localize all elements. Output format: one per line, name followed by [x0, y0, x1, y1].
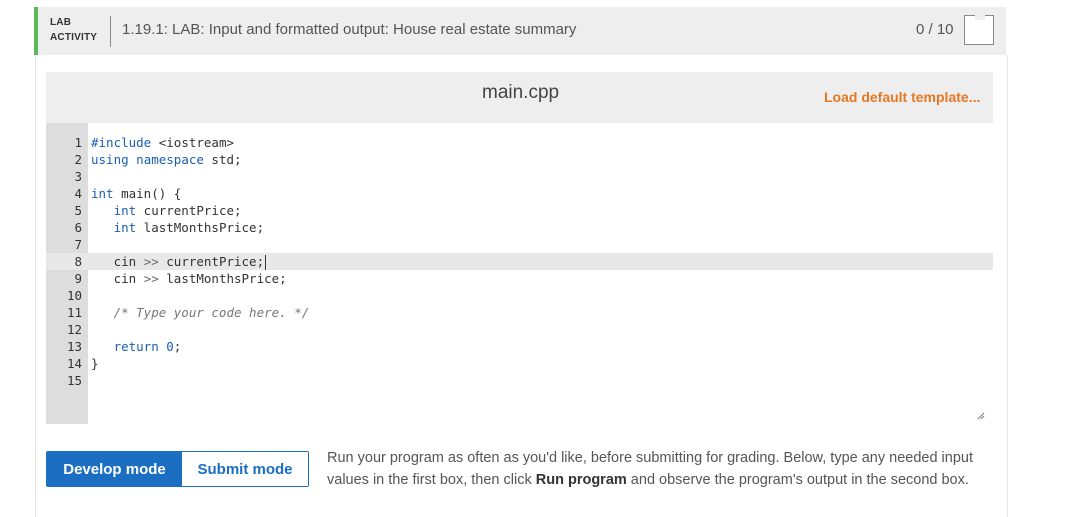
code-line[interactable]: 9 cin >> lastMonthsPrice;	[46, 270, 993, 287]
resize-handle-icon[interactable]	[977, 412, 985, 420]
lab-activity-tag: LAB ACTIVITY	[50, 15, 97, 45]
code-line-text: int main() {	[91, 186, 182, 201]
header-divider	[110, 16, 111, 47]
line-number: 4	[74, 186, 82, 201]
code-line-text: int lastMonthsPrice;	[113, 220, 265, 235]
line-number: 5	[74, 203, 82, 218]
code-line-text: }	[91, 356, 99, 371]
line-number: 10	[66, 288, 82, 303]
lab-page: LAB ACTIVITY 1.19.1: LAB: Input and form…	[0, 0, 1074, 517]
code-line[interactable]: 12	[46, 321, 993, 338]
code-line-text: int currentPrice;	[113, 203, 242, 218]
code-line-text: return 0;	[113, 339, 182, 354]
text-cursor	[265, 255, 267, 270]
submit-mode-button[interactable]: Submit mode	[182, 452, 308, 486]
code-line[interactable]: 7	[46, 236, 993, 253]
code-line[interactable]: 3	[46, 168, 993, 185]
lab-header: LAB ACTIVITY 1.19.1: LAB: Input and form…	[34, 7, 1006, 55]
code-line[interactable]: 15	[46, 372, 993, 389]
line-number: 2	[74, 152, 82, 167]
code-line[interactable]: 13 return 0;	[46, 338, 993, 355]
score-badge-icon	[964, 15, 994, 45]
line-number: 15	[66, 373, 82, 388]
code-line-text: /* Type your code here. */	[91, 305, 310, 320]
code-line[interactable]: 8 cin >> currentPrice;	[46, 253, 993, 270]
lab-title: 1.19.1: LAB: Input and formatted output:…	[122, 21, 577, 38]
load-default-template-link[interactable]: Load default template...	[824, 89, 980, 105]
code-line[interactable]: 6 int lastMonthsPrice;	[46, 219, 993, 236]
run-instructions: Run your program as often as you'd like,…	[327, 447, 995, 491]
run-program-label: Run program	[535, 472, 627, 488]
lab-tag-line1: LAB	[50, 17, 72, 28]
code-line[interactable]: 2 using namespace std;	[46, 151, 993, 168]
line-number: 7	[74, 237, 82, 252]
code-line[interactable]: 4 int main() {	[46, 185, 993, 202]
file-name: main.cpp	[482, 82, 560, 103]
line-number: 11	[66, 305, 82, 320]
code-line[interactable]: 1 #include <iostream>	[46, 134, 993, 151]
code-line-text: using namespace std;	[91, 152, 242, 167]
line-number: 8	[74, 254, 82, 269]
line-number: 14	[66, 356, 82, 371]
line-number: 12	[66, 322, 82, 337]
lab-tag-line2: ACTIVITY	[50, 32, 98, 43]
mode-toggle: Develop mode Submit mode	[46, 451, 309, 487]
code-line[interactable]: 14}	[46, 355, 993, 372]
line-number: 13	[66, 339, 82, 354]
instructions-text-2: and observe the program's output in the …	[626, 472, 969, 488]
lab-score: 0 / 10	[916, 21, 954, 38]
code-line-text: cin >> lastMonthsPrice;	[91, 271, 287, 286]
code-line-text: cin >> currentPrice;	[91, 254, 267, 270]
editor-toolbar: main.cpp Load default template...	[46, 72, 993, 123]
develop-mode-button[interactable]: Develop mode	[47, 452, 182, 486]
line-number: 3	[74, 169, 82, 184]
line-number: 6	[74, 220, 82, 235]
code-line[interactable]: 11 /* Type your code here. */	[46, 304, 993, 321]
code-editor: main.cpp Load default template... 1 #incl…	[46, 72, 993, 424]
line-number: 1	[74, 135, 82, 150]
code-line[interactable]: 5 int currentPrice;	[46, 202, 993, 219]
code-line[interactable]: 10	[46, 287, 993, 304]
line-number: 9	[74, 271, 82, 286]
code-line-text: #include <iostream>	[91, 135, 235, 150]
